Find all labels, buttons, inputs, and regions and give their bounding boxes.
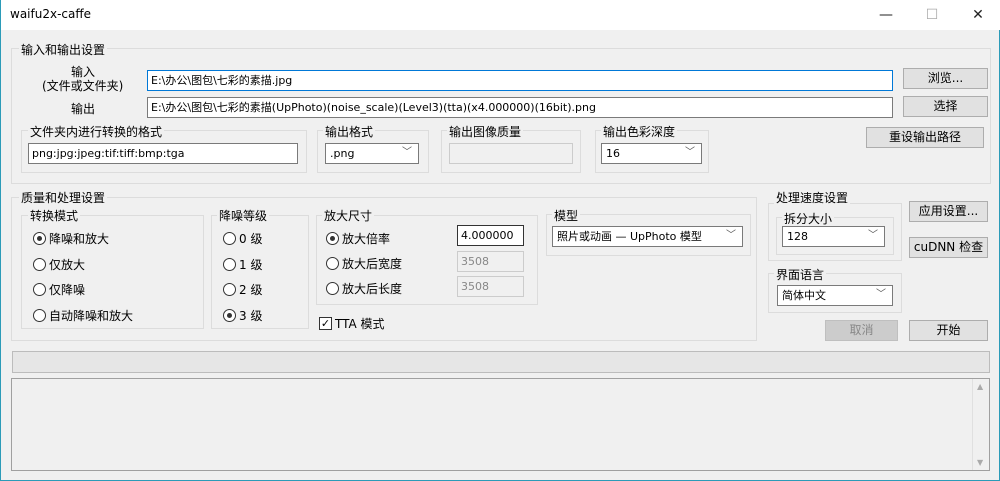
conversion-mode-legend: 转换模式	[28, 207, 81, 224]
minimize-button[interactable]: —	[863, 0, 909, 30]
output-label: 输出	[71, 102, 96, 116]
scale-ratio-radio[interactable]: 放大倍率	[326, 230, 390, 247]
scroll-down-icon[interactable]: ▼	[977, 458, 983, 467]
cudnn-check-button[interactable]: cuDNN 检查	[909, 237, 988, 258]
reset-output-path-button[interactable]: 重设输出路径	[866, 127, 984, 148]
output-format-legend: 输出格式	[323, 123, 376, 140]
close-button[interactable]: ✕	[955, 0, 1000, 30]
select-output-button[interactable]: 选择	[903, 96, 988, 117]
mode-radio-scale-only[interactable]: 仅放大	[33, 256, 85, 273]
noise-radio-2[interactable]: 2 级	[223, 281, 262, 298]
model-value: 照片或动画 — UpPhoto 模型	[557, 230, 702, 243]
language-legend: 界面语言	[774, 266, 827, 283]
folder-formats-input[interactable]: png:jpg:jpeg:tif:tiff:bmp:tga	[28, 143, 298, 164]
output-quality-input[interactable]	[449, 143, 573, 164]
start-button[interactable]: 开始	[909, 320, 988, 341]
noise-radio-0[interactable]: 0 级	[223, 230, 262, 247]
progress-bar	[12, 351, 990, 373]
maximize-button[interactable]: ☐	[909, 0, 955, 30]
main-window: waifu2x-caffe — ☐ ✕ 输入和输出设置 输入 (文件或文件夹) …	[0, 0, 1000, 481]
log-textarea[interactable]: ▲ ▼	[11, 378, 990, 471]
model-select[interactable]: 照片或动画 — UpPhoto 模型 ﹀	[552, 226, 743, 247]
chevron-down-icon: ﹀	[726, 230, 736, 241]
tta-checkbox[interactable]: ✓ TTA 模式	[319, 315, 385, 332]
color-depth-legend: 输出色彩深度	[601, 123, 678, 140]
window-title: waifu2x-caffe	[10, 7, 91, 21]
input-path-field[interactable]: E:\办公\图包\七彩的素描.jpg	[147, 70, 893, 91]
output-quality-legend: 输出图像质量	[447, 123, 524, 140]
output-format-value: .png	[330, 147, 355, 160]
output-path-field[interactable]: E:\办公\图包\七彩的素描(UpPhoto)(noise_scale)(Lev…	[147, 97, 893, 118]
check-icon: ✓	[319, 317, 332, 330]
chevron-down-icon: ﹀	[868, 230, 878, 241]
language-value: 简体中文	[782, 289, 826, 302]
split-size-legend: 拆分大小	[782, 210, 835, 227]
cancel-button[interactable]: 取消	[825, 320, 898, 341]
input-label-sub: (文件或文件夹)	[42, 79, 124, 93]
folder-formats-legend: 文件夹内进行转换的格式	[28, 123, 165, 140]
mode-radio-denoise-only[interactable]: 仅降噪	[33, 281, 85, 298]
apply-settings-button[interactable]: 应用设置...	[909, 201, 988, 222]
title-bar: waifu2x-caffe — ☐ ✕	[1, 0, 1000, 30]
scale-height-input[interactable]: 3508	[457, 276, 524, 297]
noise-radio-3[interactable]: 3 级	[223, 307, 262, 324]
scale-size-legend: 放大尺寸	[322, 207, 375, 224]
noise-radio-1[interactable]: 1 级	[223, 256, 262, 273]
scale-height-radio[interactable]: 放大后长度	[326, 280, 402, 297]
log-scrollbar[interactable]: ▲ ▼	[972, 379, 989, 470]
mode-radio-auto[interactable]: 自动降噪和放大	[33, 307, 133, 324]
chevron-down-icon: ﹀	[685, 147, 695, 158]
scale-width-radio[interactable]: 放大后宽度	[326, 255, 402, 272]
scroll-up-icon[interactable]: ▲	[977, 382, 983, 391]
chevron-down-icon: ﹀	[402, 147, 412, 158]
color-depth-select[interactable]: 16 ﹀	[601, 143, 702, 164]
language-select[interactable]: 简体中文 ﹀	[777, 285, 893, 306]
noise-level-legend: 降噪等级	[217, 207, 270, 224]
output-format-select[interactable]: .png ﹀	[325, 143, 419, 164]
color-depth-value: 16	[606, 147, 620, 160]
model-legend: 模型	[552, 207, 581, 224]
browse-button[interactable]: 浏览...	[903, 68, 988, 89]
quality-legend: 质量和处理设置	[19, 189, 108, 206]
mode-radio-denoise-scale[interactable]: 降噪和放大	[33, 230, 109, 247]
split-size-value: 128	[787, 230, 808, 243]
io-settings-legend: 输入和输出设置	[19, 41, 108, 58]
scale-width-input[interactable]: 3508	[457, 251, 524, 272]
speed-legend: 处理速度设置	[774, 189, 851, 206]
split-size-select[interactable]: 128 ﹀	[782, 226, 885, 247]
chevron-down-icon: ﹀	[876, 289, 886, 300]
scale-ratio-input[interactable]: 4.000000	[457, 225, 524, 246]
